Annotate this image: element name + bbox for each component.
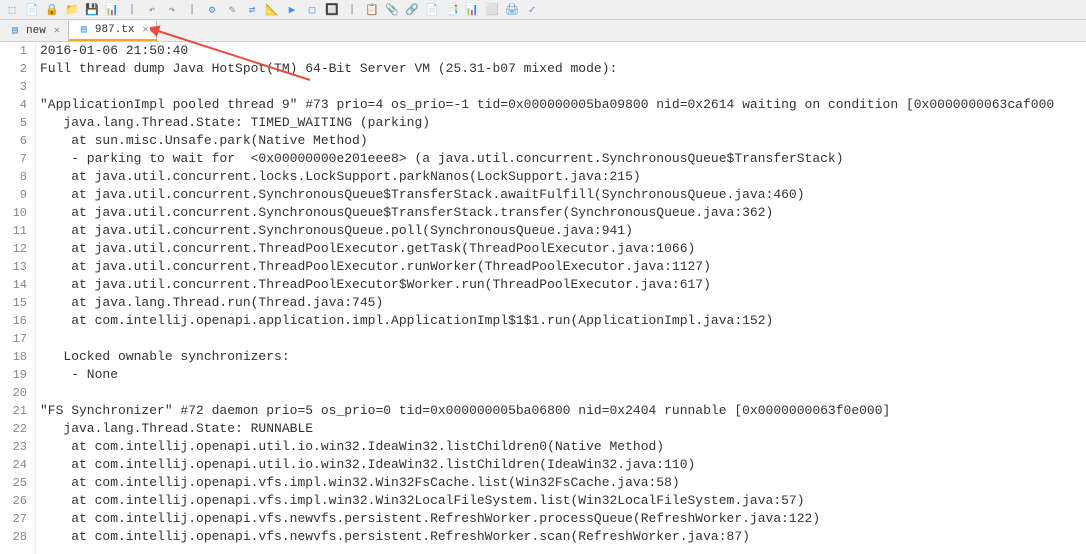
line-number: 22 [0, 420, 27, 438]
line-number: 23 [0, 438, 27, 456]
line-number: 1 [0, 42, 27, 60]
editor-area[interactable]: 1234567891011121314151617181920212223242… [0, 42, 1086, 554]
toolbar-icon[interactable]: 📄 [24, 2, 40, 18]
code-line[interactable] [40, 330, 1086, 348]
code-line[interactable]: at com.intellij.openapi.util.io.win32.Id… [40, 456, 1086, 474]
toolbar-icon[interactable]: ⇄ [244, 2, 260, 18]
main-toolbar: ⬚ 📄 🔒 📁 💾 📊 | ↶ ↷ | ⚙ ✎ ⇄ 📐 ▶ ▢ 🔲 | 📋 📎 … [0, 0, 1086, 20]
line-number: 21 [0, 402, 27, 420]
code-line[interactable]: at com.intellij.openapi.vfs.impl.win32.W… [40, 492, 1086, 510]
toolbar-icon[interactable]: | [344, 2, 360, 18]
line-number: 28 [0, 528, 27, 546]
close-icon[interactable]: ✕ [54, 25, 60, 37]
line-number: 18 [0, 348, 27, 366]
toolbar-icon[interactable]: ✎ [224, 2, 240, 18]
toolbar-icon[interactable]: 📊 [464, 2, 480, 18]
toolbar-icon[interactable]: 🔗 [404, 2, 420, 18]
tab-label: 987.tx [95, 24, 135, 36]
line-number: 12 [0, 240, 27, 258]
code-line[interactable]: "FS Synchronizer" #72 daemon prio=5 os_p… [40, 402, 1086, 420]
line-number: 3 [0, 78, 27, 96]
toolbar-icon[interactable]: ✓ [524, 2, 540, 18]
code-line[interactable]: at com.intellij.openapi.vfs.impl.win32.W… [40, 474, 1086, 492]
line-number: 13 [0, 258, 27, 276]
line-number: 4 [0, 96, 27, 114]
code-line[interactable]: Locked ownable synchronizers: [40, 348, 1086, 366]
code-line[interactable]: at java.util.concurrent.ThreadPoolExecut… [40, 240, 1086, 258]
tab-bar: ▤ new ✕ ▤ 987.tx ✕ [0, 20, 1086, 42]
toolbar-icon[interactable]: ▶ [284, 2, 300, 18]
toolbar-icon[interactable]: 📁 [64, 2, 80, 18]
code-line[interactable]: at com.intellij.openapi.application.impl… [40, 312, 1086, 330]
code-line[interactable]: at java.util.concurrent.SynchronousQueue… [40, 204, 1086, 222]
code-line[interactable]: at java.util.concurrent.locks.LockSuppor… [40, 168, 1086, 186]
tab-987-txt[interactable]: ▤ 987.tx ✕ [69, 21, 158, 41]
file-icon: ▤ [8, 24, 22, 38]
code-line[interactable]: "ApplicationImpl pooled thread 9" #73 pr… [40, 96, 1086, 114]
line-number: 20 [0, 384, 27, 402]
toolbar-icon[interactable]: 📐 [264, 2, 280, 18]
toolbar-icon[interactable]: ⚙ [204, 2, 220, 18]
toolbar-icon[interactable]: 🔒 [44, 2, 60, 18]
line-number: 26 [0, 492, 27, 510]
code-content[interactable]: 2016-01-06 21:50:40Full thread dump Java… [36, 42, 1086, 554]
toolbar-icon[interactable]: ⬜ [484, 2, 500, 18]
line-number: 2 [0, 60, 27, 78]
code-line[interactable]: at com.intellij.openapi.util.io.win32.Id… [40, 438, 1086, 456]
toolbar-icon[interactable]: ▢ [304, 2, 320, 18]
line-number: 14 [0, 276, 27, 294]
line-number: 6 [0, 132, 27, 150]
code-line[interactable]: - None [40, 366, 1086, 384]
line-number: 10 [0, 204, 27, 222]
code-line[interactable]: at sun.misc.Unsafe.park(Native Method) [40, 132, 1086, 150]
line-number-gutter: 1234567891011121314151617181920212223242… [0, 42, 36, 554]
toolbar-icon[interactable]: 📎 [384, 2, 400, 18]
toolbar-icon[interactable]: | [124, 2, 140, 18]
tab-label: new [26, 25, 46, 37]
line-number: 5 [0, 114, 27, 132]
line-number: 19 [0, 366, 27, 384]
code-line[interactable]: - parking to wait for <0x00000000e201eee… [40, 150, 1086, 168]
toolbar-icon[interactable]: 📋 [364, 2, 380, 18]
file-icon: ▤ [77, 23, 91, 37]
code-line[interactable]: at java.util.concurrent.ThreadPoolExecut… [40, 276, 1086, 294]
toolbar-icon[interactable]: 📊 [104, 2, 120, 18]
tab-new[interactable]: ▤ new ✕ [0, 21, 69, 41]
code-line[interactable]: at java.util.concurrent.SynchronousQueue… [40, 222, 1086, 240]
toolbar-icon[interactable]: 💾 [84, 2, 100, 18]
line-number: 15 [0, 294, 27, 312]
line-number: 17 [0, 330, 27, 348]
code-line[interactable] [40, 78, 1086, 96]
line-number: 24 [0, 456, 27, 474]
line-number: 7 [0, 150, 27, 168]
code-line[interactable]: at com.intellij.openapi.vfs.newvfs.persi… [40, 528, 1086, 546]
close-icon[interactable]: ✕ [142, 24, 148, 36]
toolbar-icon[interactable]: ⬚ [4, 2, 20, 18]
code-line[interactable] [40, 384, 1086, 402]
line-number: 27 [0, 510, 27, 528]
toolbar-icon[interactable]: ↶ [144, 2, 160, 18]
toolbar-icon[interactable]: ↷ [164, 2, 180, 18]
code-line[interactable]: Full thread dump Java HotSpot(TM) 64-Bit… [40, 60, 1086, 78]
code-line[interactable]: java.lang.Thread.State: RUNNABLE [40, 420, 1086, 438]
code-line[interactable]: at java.lang.Thread.run(Thread.java:745) [40, 294, 1086, 312]
line-number: 25 [0, 474, 27, 492]
toolbar-icon[interactable]: 📑 [444, 2, 460, 18]
line-number: 9 [0, 186, 27, 204]
line-number: 11 [0, 222, 27, 240]
code-line[interactable]: java.lang.Thread.State: TIMED_WAITING (p… [40, 114, 1086, 132]
line-number: 8 [0, 168, 27, 186]
code-line[interactable]: 2016-01-06 21:50:40 [40, 42, 1086, 60]
code-line[interactable]: at java.util.concurrent.ThreadPoolExecut… [40, 258, 1086, 276]
code-line[interactable]: at java.util.concurrent.SynchronousQueue… [40, 186, 1086, 204]
toolbar-icon[interactable]: | [184, 2, 200, 18]
toolbar-icon[interactable]: 📄 [424, 2, 440, 18]
toolbar-icon[interactable]: 🖨 [504, 2, 520, 18]
toolbar-icon[interactable]: 🔲 [324, 2, 340, 18]
line-number: 16 [0, 312, 27, 330]
code-line[interactable]: at com.intellij.openapi.vfs.newvfs.persi… [40, 510, 1086, 528]
